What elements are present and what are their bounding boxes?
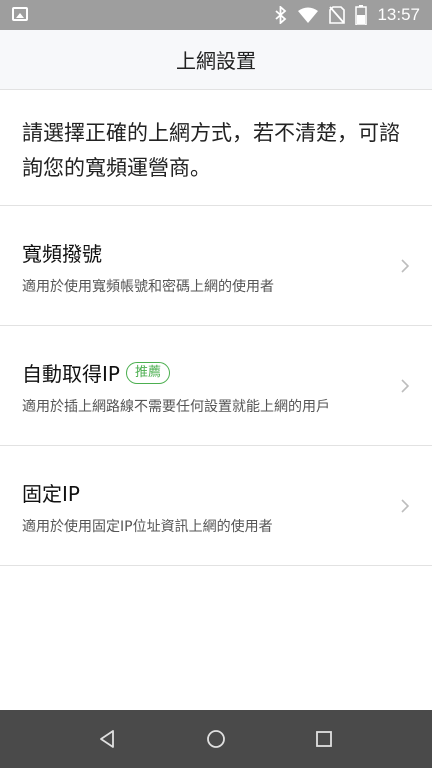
option-title: 寬頻撥號 bbox=[22, 242, 102, 266]
status-icons: 13:57 bbox=[275, 0, 420, 30]
option-static-ip[interactable]: 固定IP 適用於使用固定IP位址資訊上網的使用者 bbox=[0, 446, 432, 566]
option-description: 適用於使用寬頻帳號和密碼上網的使用者 bbox=[22, 279, 274, 295]
battery-icon bbox=[355, 5, 368, 25]
image-icon bbox=[12, 7, 28, 21]
home-icon[interactable] bbox=[204, 727, 228, 751]
status-time: 13:57 bbox=[377, 5, 420, 24]
option-title-row: 自動取得IP 推薦 bbox=[22, 358, 170, 387]
intro-text: 請選擇正確的上網方式，若不清楚，可諮詢您的寬頻運營商。 bbox=[22, 121, 400, 180]
back-icon[interactable] bbox=[96, 727, 120, 751]
option-title: 自動取得IP bbox=[22, 362, 120, 386]
chevron-right-icon bbox=[401, 259, 410, 273]
option-description: 適用於使用固定IP位址資訊上網的使用者 bbox=[22, 519, 273, 535]
option-description: 適用於插上網路線不需要任何設置就能上網的用戶 bbox=[22, 399, 330, 415]
option-pppoe[interactable]: 寬頻撥號 適用於使用寬頻帳號和密碼上網的使用者 bbox=[0, 206, 432, 326]
chevron-right-icon bbox=[401, 499, 410, 513]
option-title-row: 固定IP bbox=[22, 478, 80, 507]
navigation-bar bbox=[0, 710, 432, 768]
chevron-right-icon bbox=[401, 379, 410, 393]
no-sim-icon bbox=[329, 6, 346, 24]
recommended-badge: 推薦 bbox=[125, 361, 170, 384]
status-bar: 13:57 bbox=[0, 0, 432, 30]
bluetooth-icon bbox=[275, 6, 287, 24]
page-title: 上網設置 bbox=[176, 49, 256, 73]
intro-section: 請選擇正確的上網方式，若不清楚，可諮詢您的寬頻運營商。 bbox=[0, 90, 432, 206]
option-title: 固定IP bbox=[22, 482, 80, 506]
recent-apps-icon[interactable] bbox=[312, 727, 336, 751]
option-dhcp[interactable]: 自動取得IP 推薦 適用於插上網路線不需要任何設置就能上網的用戶 bbox=[0, 326, 432, 446]
header: 上網設置 bbox=[0, 30, 432, 90]
wifi-icon bbox=[297, 7, 319, 23]
option-title-row: 寬頻撥號 bbox=[22, 238, 102, 267]
